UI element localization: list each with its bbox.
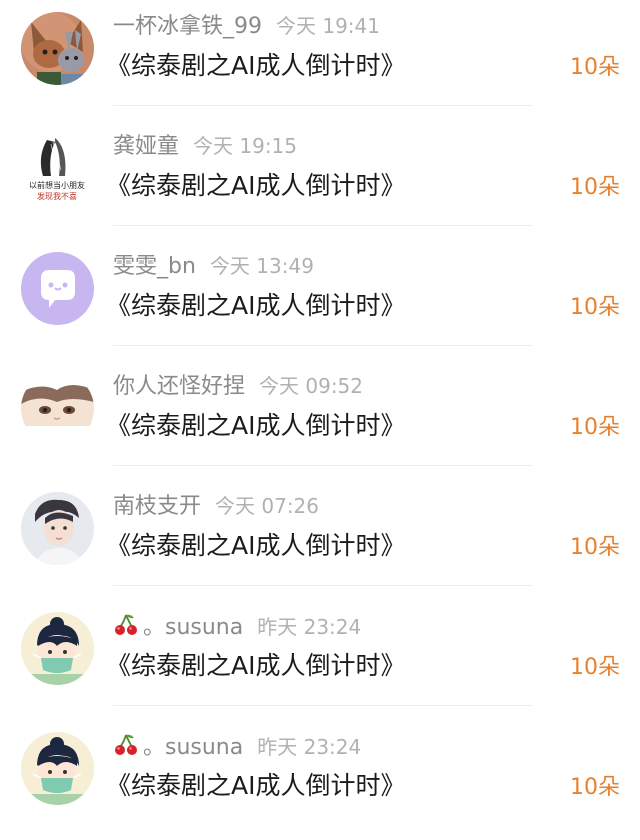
work-title[interactable]: 《综泰剧之AI成人倒计时》	[106, 768, 405, 804]
username[interactable]: 雯雯_bn	[113, 254, 196, 279]
divider	[113, 105, 532, 106]
gift-comment-list: 一杯冰拿铁_99 今天 19:41 《综泰剧之AI成人倒计时》 10朵 以前想当小…	[0, 0, 640, 823]
username[interactable]: 一杯冰拿铁_99	[113, 14, 262, 39]
sketch-text-avatar-icon[interactable]: 以前想当小朋友 发现我不喜	[21, 132, 94, 205]
username[interactable]: 。susuna	[143, 615, 243, 640]
comment-row[interactable]: 。susuna 昨天 23:24 《综泰剧之AI成人倒计时》 10朵	[0, 720, 640, 840]
gift-count: 10朵	[570, 535, 620, 560]
chat-bubble-avatar-icon[interactable]	[21, 252, 94, 325]
divider	[113, 345, 532, 346]
gift-count: 10朵	[570, 295, 620, 320]
gift-count: 10朵	[570, 415, 620, 440]
portrait-avatar-icon[interactable]	[21, 492, 94, 565]
comment-row[interactable]: 你人还怪好捏 今天 09:52 《综泰剧之AI成人倒计时》 10朵	[0, 360, 640, 480]
cartoon-mask-avatar-icon[interactable]	[21, 612, 94, 685]
comment-row[interactable]: 以前想当小朋友 发现我不喜 龚娅童 今天 19:15 《综泰剧之AI成人倒计时》 …	[0, 120, 640, 240]
timestamp: 昨天 23:24	[257, 615, 362, 639]
timestamp: 昨天 23:24	[257, 735, 362, 759]
cartoon-mask-avatar-icon[interactable]	[21, 732, 94, 805]
gift-count: 10朵	[570, 175, 620, 200]
comment-row[interactable]: 雯雯_bn 今天 13:49 《综泰剧之AI成人倒计时》 10朵	[0, 240, 640, 360]
username[interactable]: 。susuna	[143, 735, 243, 760]
work-title[interactable]: 《综泰剧之AI成人倒计时》	[106, 408, 405, 444]
comment-meta: 你人还怪好捏 今天 09:52	[113, 372, 363, 400]
divider	[113, 705, 532, 706]
comment-meta: 雯雯_bn 今天 13:49	[113, 252, 314, 280]
divider	[113, 225, 532, 226]
comment-meta: 南枝支开 今天 07:26	[113, 492, 319, 520]
work-title[interactable]: 《综泰剧之AI成人倒计时》	[106, 648, 405, 684]
timestamp: 今天 07:26	[215, 494, 320, 518]
comment-row[interactable]: 。susuna 昨天 23:24 《综泰剧之AI成人倒计时》 10朵	[0, 600, 640, 720]
timestamp: 今天 19:15	[193, 134, 298, 158]
username[interactable]: 你人还怪好捏	[113, 374, 245, 399]
comment-meta: 一杯冰拿铁_99 今天 19:41	[113, 12, 380, 40]
work-title[interactable]: 《综泰剧之AI成人倒计时》	[106, 528, 405, 564]
gift-count: 10朵	[570, 775, 620, 800]
work-title[interactable]: 《综泰剧之AI成人倒计时》	[106, 168, 405, 204]
cherry-icon	[113, 612, 139, 638]
avatar-text-line-1: 以前想当小朋友	[29, 180, 85, 190]
divider	[113, 585, 532, 586]
comment-meta: 。susuna 昨天 23:24	[113, 612, 361, 640]
timestamp: 今天 13:49	[209, 254, 314, 278]
gift-count: 10朵	[570, 55, 620, 80]
comment-meta: 。susuna 昨天 23:24	[113, 732, 361, 760]
work-title[interactable]: 《综泰剧之AI成人倒计时》	[106, 288, 405, 324]
comment-row[interactable]: 南枝支开 今天 07:26 《综泰剧之AI成人倒计时》 10朵	[0, 480, 640, 600]
anime-boy-avatar-icon[interactable]	[21, 372, 94, 445]
comment-row[interactable]: 一杯冰拿铁_99 今天 19:41 《综泰剧之AI成人倒计时》 10朵	[0, 0, 640, 120]
username[interactable]: 南枝支开	[113, 494, 201, 519]
cherry-icon	[113, 732, 139, 758]
timestamp: 今天 19:41	[276, 14, 380, 38]
username[interactable]: 龚娅童	[113, 134, 179, 159]
zootopia-avatar-icon[interactable]	[21, 12, 94, 85]
divider	[113, 465, 532, 466]
gift-count: 10朵	[570, 655, 620, 680]
avatar-text-line-2: 发现我不喜	[37, 191, 77, 201]
work-title[interactable]: 《综泰剧之AI成人倒计时》	[106, 48, 405, 84]
comment-meta: 龚娅童 今天 19:15	[113, 132, 297, 160]
timestamp: 今天 09:52	[259, 374, 364, 398]
